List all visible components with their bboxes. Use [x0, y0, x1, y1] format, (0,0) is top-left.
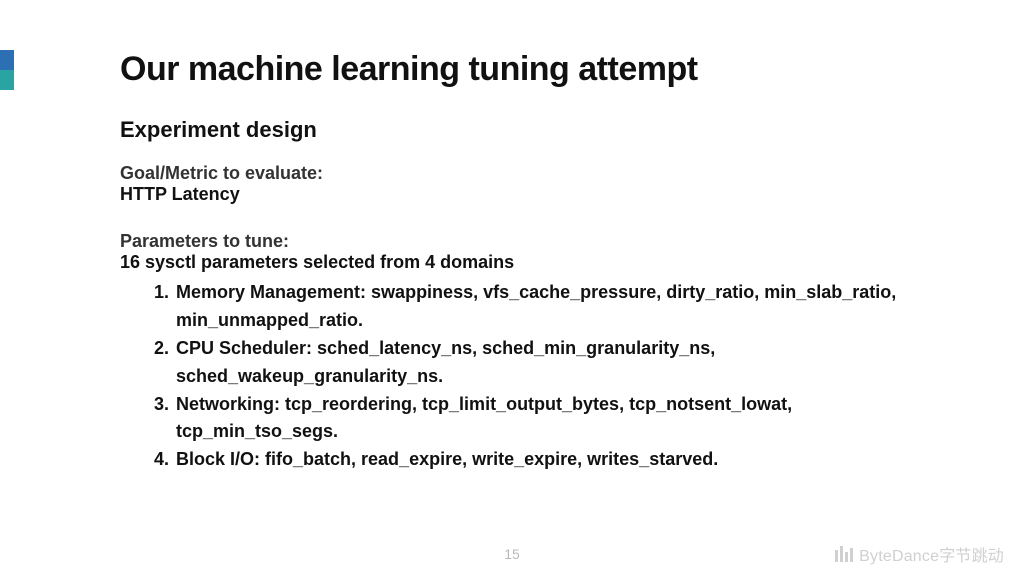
- domain-name: Memory Management: [176, 282, 360, 302]
- slide-content: Our machine learning tuning attempt Expe…: [120, 50, 944, 474]
- subtitle: Experiment design: [120, 117, 944, 143]
- params-summary: 16 sysctl parameters selected from 4 dom…: [120, 252, 944, 273]
- domain-params: fifo_batch, read_expire, write_expire, w…: [265, 449, 718, 469]
- brand-text: ByteDance字节跳动: [859, 542, 1004, 566]
- domain-list: Memory Management: swappiness, vfs_cache…: [120, 279, 944, 474]
- accent-bar: [0, 50, 14, 90]
- list-item: CPU Scheduler: sched_latency_ns, sched_m…: [174, 335, 944, 391]
- goal-value: HTTP Latency: [120, 184, 944, 205]
- goal-label: Goal/Metric to evaluate:: [120, 163, 944, 184]
- brand-bars-icon: [835, 546, 853, 562]
- accent-bottom: [0, 70, 14, 90]
- domain-name: Networking: [176, 394, 274, 414]
- list-item: Networking: tcp_reordering, tcp_limit_ou…: [174, 391, 944, 447]
- slide: Our machine learning tuning attempt Expe…: [0, 0, 1024, 576]
- domain-name: CPU Scheduler: [176, 338, 306, 358]
- domain-name: Block I/O: [176, 449, 254, 469]
- list-item: Block I/O: fifo_batch, read_expire, writ…: [174, 446, 944, 474]
- accent-top: [0, 50, 14, 70]
- page-title: Our machine learning tuning attempt: [120, 50, 944, 89]
- list-item: Memory Management: swappiness, vfs_cache…: [174, 279, 944, 335]
- params-label: Parameters to tune:: [120, 231, 944, 252]
- brand-footer: ByteDance字节跳动: [835, 542, 1004, 566]
